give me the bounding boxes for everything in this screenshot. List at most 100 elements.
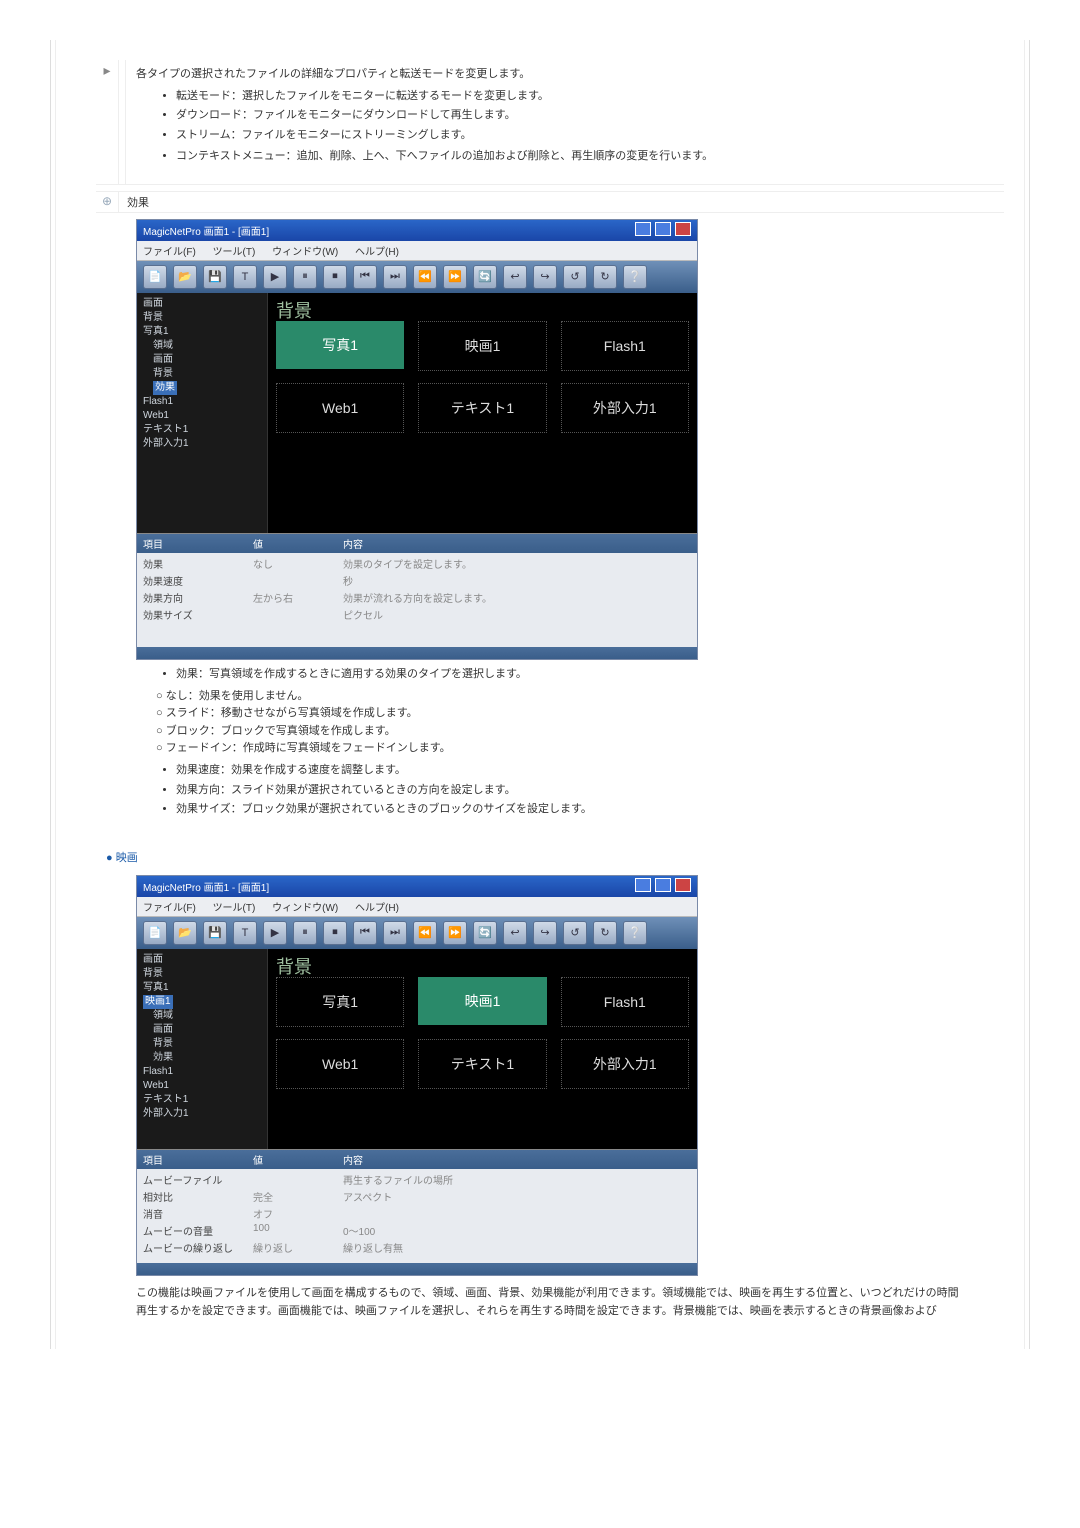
tree-item[interactable]: Web1: [143, 409, 261, 423]
effect-desc: 効果：写真領域を作成するときに適用する効果のタイプを選択します。 なし：効果を使…: [136, 666, 984, 819]
tool-icon[interactable]: ⏹: [323, 921, 347, 945]
tree-item[interactable]: 背景: [143, 967, 261, 981]
tool-icon[interactable]: ⏩: [443, 265, 467, 289]
tool-icon[interactable]: ⏭: [383, 265, 407, 289]
tree-item[interactable]: 領域: [143, 1009, 261, 1023]
slot-movie-selected[interactable]: 映画1: [418, 977, 546, 1025]
minimize-icon[interactable]: [635, 222, 651, 236]
menu-tool[interactable]: ツール(T): [213, 903, 256, 914]
menu-file[interactable]: ファイル(F): [143, 903, 196, 914]
minimize-icon[interactable]: [635, 878, 651, 892]
tree-item[interactable]: Flash1: [143, 395, 261, 409]
tool-icon[interactable]: ↻: [593, 921, 617, 945]
property-row[interactable]: 効果速度 秒: [143, 572, 691, 589]
tool-icon[interactable]: ⏪: [413, 265, 437, 289]
tool-icon[interactable]: ⏸: [293, 265, 317, 289]
close-icon[interactable]: [675, 222, 691, 236]
tool-icon[interactable]: ↻: [593, 265, 617, 289]
tool-icon[interactable]: ↩: [503, 921, 527, 945]
property-row[interactable]: ムービーファイル 再生するファイルの場所: [143, 1171, 691, 1188]
tool-icon[interactable]: ⏸: [293, 921, 317, 945]
tree-item-selected[interactable]: 効果: [143, 381, 261, 395]
tool-icon[interactable]: ↺: [563, 265, 587, 289]
maximize-icon[interactable]: [655, 222, 671, 236]
menu-help[interactable]: ヘルプ(H): [355, 903, 399, 914]
tree-item[interactable]: テキスト1: [143, 1093, 261, 1107]
tree-item[interactable]: 外部入力1: [143, 1107, 261, 1121]
slot-flash[interactable]: Flash1: [561, 977, 689, 1027]
tool-icon[interactable]: 📄: [143, 265, 167, 289]
tool-icon[interactable]: ↺: [563, 921, 587, 945]
tool-icon[interactable]: ↪: [533, 265, 557, 289]
tree-item[interactable]: 背景: [143, 367, 261, 381]
slot-web[interactable]: Web1: [276, 383, 404, 433]
tool-icon[interactable]: 📂: [173, 921, 197, 945]
slot-ext[interactable]: 外部入力1: [561, 1039, 689, 1089]
effect-heading-row: ⊕ 効果: [96, 191, 1004, 213]
tool-icon[interactable]: 📄: [143, 921, 167, 945]
tool-icon[interactable]: T: [233, 921, 257, 945]
bullet-item: 効果サイズ：ブロック効果が選択されているときのブロックのサイズを設定します。: [176, 801, 984, 819]
tree-item-selected[interactable]: 映画1: [143, 995, 261, 1009]
property-header: 項目 値 内容: [137, 534, 697, 553]
tool-icon[interactable]: ↩: [503, 265, 527, 289]
tree-item[interactable]: テキスト1: [143, 423, 261, 437]
tool-icon[interactable]: 📂: [173, 265, 197, 289]
tree-item[interactable]: 画面: [143, 353, 261, 367]
tool-icon[interactable]: ▶: [263, 921, 287, 945]
tool-icon[interactable]: 🔄: [473, 265, 497, 289]
bullet-item: コンテキストメニュー：追加、削除、上へ、下へファイルの追加および削除と、再生順序…: [176, 148, 994, 166]
tool-icon[interactable]: ⏭: [383, 921, 407, 945]
tool-icon[interactable]: ⏪: [413, 921, 437, 945]
tree-item[interactable]: 背景: [143, 311, 261, 325]
prop-val: オフ: [253, 1206, 343, 1221]
tool-icon[interactable]: ⏹: [323, 265, 347, 289]
effect-heading: 効果: [119, 192, 1004, 212]
tree-item[interactable]: 写真1: [143, 325, 261, 339]
slot-photo[interactable]: 写真1: [276, 977, 404, 1027]
menu-window[interactable]: ウィンドウ(W): [272, 903, 338, 914]
tool-icon[interactable]: ⏩: [443, 921, 467, 945]
property-row[interactable]: 効果サイズ ピクセル: [143, 606, 691, 623]
tool-icon[interactable]: ▶: [263, 265, 287, 289]
menu-window[interactable]: ウィンドウ(W): [272, 247, 338, 258]
close-icon[interactable]: [675, 878, 691, 892]
prop-name: 効果方向: [143, 590, 253, 605]
tool-icon[interactable]: 🔄: [473, 921, 497, 945]
tool-icon[interactable]: ❔: [623, 265, 647, 289]
slot-flash[interactable]: Flash1: [561, 321, 689, 371]
menu-tool[interactable]: ツール(T): [213, 247, 256, 258]
tree-item[interactable]: Web1: [143, 1079, 261, 1093]
property-row[interactable]: 相対比 完全 アスペクト: [143, 1188, 691, 1205]
menu-help[interactable]: ヘルプ(H): [355, 247, 399, 258]
tree-item[interactable]: Flash1: [143, 1065, 261, 1079]
tree-item[interactable]: 外部入力1: [143, 437, 261, 451]
slot-ext[interactable]: 外部入力1: [561, 383, 689, 433]
tool-icon[interactable]: 💾: [203, 921, 227, 945]
tree-item[interactable]: 効果: [143, 1051, 261, 1065]
tool-icon[interactable]: ⏮: [353, 921, 377, 945]
slot-photo[interactable]: 写真1: [276, 321, 404, 369]
property-row[interactable]: 効果方向 左から右 効果が流れる方向を設定します。: [143, 589, 691, 606]
tool-icon[interactable]: T: [233, 265, 257, 289]
tree-item[interactable]: 背景: [143, 1037, 261, 1051]
tool-icon[interactable]: ↪: [533, 921, 557, 945]
slot-text[interactable]: テキスト1: [418, 383, 546, 433]
menu-file[interactable]: ファイル(F): [143, 247, 196, 258]
maximize-icon[interactable]: [655, 878, 671, 892]
expand-icon[interactable]: ⊕: [96, 192, 119, 212]
prop-desc: アスペクト: [343, 1189, 691, 1204]
property-row[interactable]: ムービーの繰り返し 繰り返し 繰り返し有無: [143, 1239, 691, 1256]
tool-icon[interactable]: ❔: [623, 921, 647, 945]
tool-icon[interactable]: ⏮: [353, 265, 377, 289]
slot-web[interactable]: Web1: [276, 1039, 404, 1089]
tree-item[interactable]: 写真1: [143, 981, 261, 995]
tree-item[interactable]: 領域: [143, 339, 261, 353]
slot-movie[interactable]: 映画1: [418, 321, 546, 371]
tool-icon[interactable]: 💾: [203, 265, 227, 289]
property-row[interactable]: 消音 オフ: [143, 1205, 691, 1222]
slot-text[interactable]: テキスト1: [418, 1039, 546, 1089]
property-row[interactable]: ムービーの音量 100 0～100: [143, 1222, 691, 1239]
tree-item[interactable]: 画面: [143, 1023, 261, 1037]
property-row[interactable]: 効果 なし 効果のタイプを設定します。: [143, 555, 691, 572]
